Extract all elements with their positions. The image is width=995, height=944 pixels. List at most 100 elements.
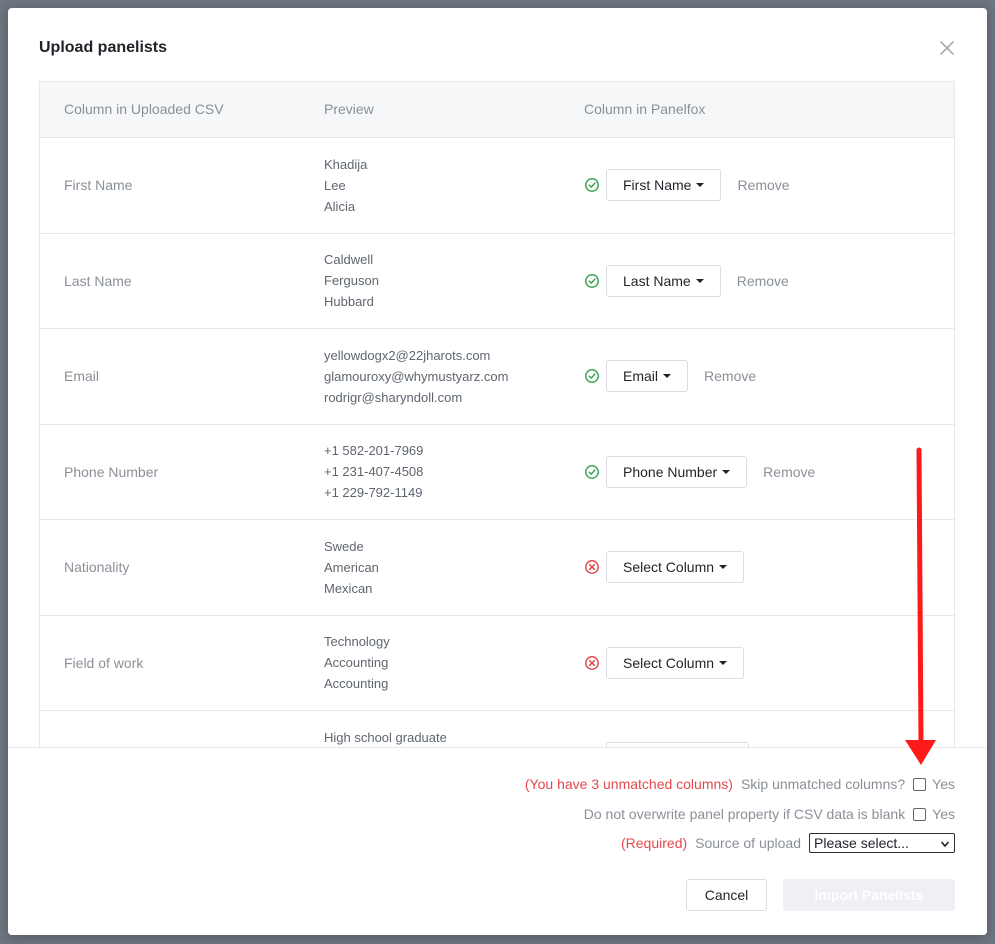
column-select-label: Phone Number (623, 463, 718, 480)
table-row: High school graduate (40, 711, 954, 747)
source-select[interactable]: Please select... (809, 833, 955, 853)
preview-values: Swede American Mexican (324, 520, 379, 615)
x-circle-icon (584, 559, 600, 575)
source-select-value: Please select... (814, 835, 909, 851)
preview-value: Mexican (324, 580, 373, 596)
chevron-down-icon (941, 841, 949, 848)
caret-down-icon (696, 183, 705, 188)
preview-value: glamouroxy@whymustyarz.com (324, 368, 509, 384)
preview-values: yellowdogx2@22jharots.com glamouroxy@whym… (324, 329, 508, 424)
preview-value: Swede (324, 538, 364, 554)
preview-values: +1 582-201-7969 +1 231-407-4508 +1 229-792… (324, 425, 423, 520)
caret-down-icon (695, 278, 704, 283)
table-row: Nationality Swede American Mexican Select Co… (40, 520, 954, 616)
preview-values: High school graduate (324, 711, 447, 747)
check-circle-icon (584, 273, 600, 289)
remove-link[interactable]: Remove (737, 177, 789, 193)
preview-value: Lee (324, 177, 346, 193)
caret-down-icon (722, 469, 731, 474)
modal-footer: (You have 3 unmatched columns) Skip unma… (8, 747, 987, 935)
table-row: Email yellowdogx2@22jharots.com glamouroxy… (40, 329, 954, 425)
column-select-dropdown[interactable]: Select Column (606, 551, 745, 584)
preview-value: High school graduate (324, 730, 447, 745)
preview-value: Accounting (324, 676, 389, 692)
remove-link[interactable]: Remove (763, 464, 815, 480)
csv-column-name: Email (64, 368, 100, 385)
column-mapping-table[interactable]: Column in Uploaded CSV Preview Column in… (39, 81, 955, 747)
preview-value: Accounting (324, 655, 389, 671)
preview-value: Caldwell (324, 252, 374, 268)
preview-value: Ferguson (324, 273, 379, 289)
preview-value: Hubbard (324, 294, 374, 310)
panelfox-mapping: Phone Number Remove (584, 425, 815, 520)
preview-value: yellowdogx2@22jharots.com (324, 347, 491, 363)
preview-value: rodrigr@sharyndoll.com (324, 389, 463, 405)
upload-panelists-modal: Upload panelists Column in Uploaded CSV … (8, 8, 987, 935)
caret-down-icon (663, 374, 672, 379)
caret-down-icon (719, 565, 728, 570)
panelfox-mapping: Select Column (584, 520, 745, 615)
preview-values: Khadija Lee Alicia (324, 138, 367, 233)
column-select-dropdown[interactable]: Select Column (606, 646, 745, 679)
csv-column-name: Last Name (64, 272, 132, 289)
preview-values: Caldwell Ferguson Hubbard (324, 234, 379, 329)
source-row: (Required) Source of upload Please selec… (621, 833, 955, 853)
table-row: Field of work Technology Accounting Account… (40, 616, 954, 711)
table-header: Column in Uploaded CSV Preview Column in… (40, 82, 954, 138)
header-csv-column: Column in Uploaded CSV (64, 101, 224, 117)
header-preview: Preview (324, 101, 374, 117)
csv-column-name: First Name (64, 177, 133, 194)
column-select-label: Last Name (623, 272, 691, 289)
preview-values: Technology Accounting Accounting (324, 616, 390, 711)
skip-unmatched-yes: Yes (932, 776, 955, 792)
unmatched-warning: (You have 3 unmatched columns) (524, 776, 733, 792)
table-row: Last Name Caldwell Ferguson Hubbard Last Nam… (40, 234, 954, 329)
overwrite-row: Do not overwrite panel property if CSV d… (584, 806, 955, 822)
preview-value: Khadija (324, 156, 368, 172)
preview-value: Alicia (324, 198, 356, 214)
skip-unmatched-row: (You have 3 unmatched columns) Skip unma… (525, 776, 955, 792)
remove-link[interactable]: Remove (737, 273, 789, 289)
column-select-dropdown[interactable]: First Name (606, 169, 722, 202)
column-select-label: First Name (623, 177, 692, 194)
csv-column-name: Field of work (64, 654, 144, 671)
table-row: Phone Number +1 582-201-7969 +1 231-407-45… (40, 425, 954, 520)
close-icon[interactable] (936, 37, 958, 59)
header-panelfox-column: Column in Panelfox (584, 101, 706, 117)
check-circle-icon (584, 464, 600, 480)
overwrite-yes: Yes (932, 806, 955, 822)
skip-unmatched-label: Skip unmatched columns? (740, 776, 906, 792)
preview-value: +1 231-407-4508 (324, 464, 424, 480)
preview-value: American (324, 559, 379, 575)
preview-value: Technology (324, 634, 390, 650)
required-label: (Required) (621, 835, 688, 851)
x-circle-icon (584, 655, 600, 671)
column-select-dropdown[interactable]: Email (606, 360, 689, 393)
column-select-label: Email (623, 368, 659, 385)
remove-link[interactable]: Remove (704, 368, 756, 384)
column-select-dropdown[interactable]: Last Name (606, 264, 721, 297)
source-label: Source of upload (695, 835, 801, 851)
panelfox-mapping (584, 711, 749, 747)
csv-column-name: Phone Number (64, 463, 159, 480)
modal-title: Upload panelists (39, 39, 168, 56)
cancel-button[interactable]: Cancel (686, 879, 767, 911)
preview-value: +1 582-201-7969 (324, 443, 424, 459)
column-select-label: Select Column (623, 559, 715, 576)
import-panelists-button[interactable]: Import Panelists (783, 879, 955, 911)
panelfox-mapping: Last Name Remove (584, 234, 789, 329)
panelfox-mapping: Email Remove (584, 329, 756, 424)
check-circle-icon (584, 177, 600, 193)
table-row: First Name Khadija Lee Alicia First Name Remo… (40, 138, 954, 234)
preview-value: +1 229-792-1149 (324, 485, 423, 501)
skip-unmatched-checkbox[interactable] (913, 777, 927, 791)
column-select-label: Select Column (623, 654, 715, 671)
check-circle-icon (584, 368, 600, 384)
csv-column-name: Nationality (64, 559, 130, 576)
overwrite-checkbox[interactable] (913, 807, 927, 821)
overwrite-label: Do not overwrite panel property if CSV d… (583, 806, 906, 822)
panelfox-mapping: First Name Remove (584, 138, 790, 233)
panelfox-mapping: Select Column (584, 616, 745, 711)
caret-down-icon (719, 660, 728, 665)
column-select-dropdown[interactable]: Phone Number (606, 455, 748, 488)
